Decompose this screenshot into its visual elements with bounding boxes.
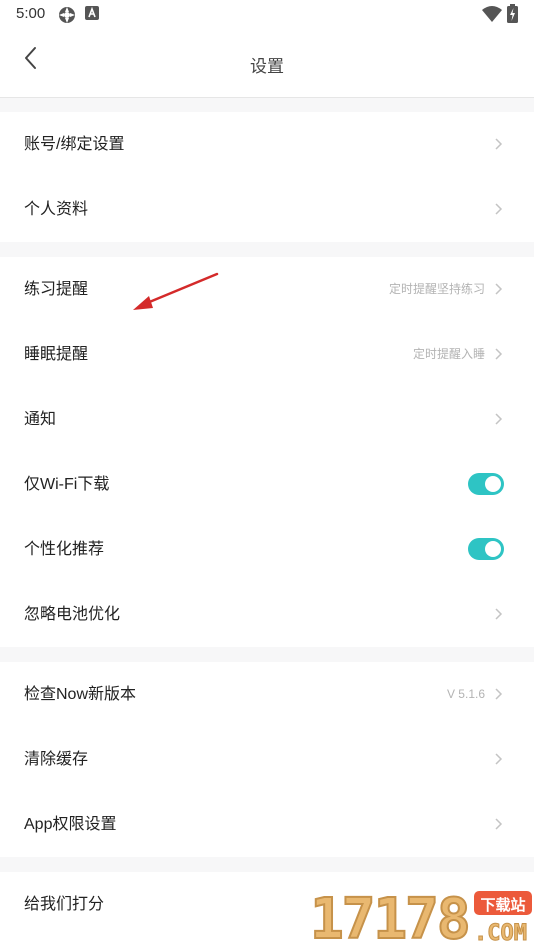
row-label: 忽略电池优化 bbox=[24, 606, 121, 623]
battery-charging-icon bbox=[507, 4, 518, 23]
row-label: 睡眠提醒 bbox=[24, 346, 89, 363]
chevron-right-icon bbox=[495, 138, 503, 150]
row-label: App权限设置 bbox=[24, 816, 117, 833]
chevron-right-icon bbox=[495, 203, 503, 215]
row-value: 定时提醒坚持练习 bbox=[388, 282, 485, 296]
row-label: 个性化推荐 bbox=[24, 541, 105, 558]
row-label: 检查Now新版本 bbox=[24, 686, 137, 703]
settings-row-clear-cache[interactable]: 清除缓存 bbox=[0, 727, 534, 792]
settings-section-app: 检查Now新版本 V 5.1.6 清除缓存 App权限设置 bbox=[0, 662, 534, 857]
settings-app-icon bbox=[59, 7, 75, 23]
settings-row-personalized-recommendations: 个性化推荐 bbox=[0, 517, 534, 582]
chevron-right-icon bbox=[495, 283, 503, 295]
a-notification-icon bbox=[85, 6, 99, 20]
chevron-right-icon bbox=[495, 753, 503, 765]
settings-row-ignore-battery-optimization[interactable]: 忽略电池优化 bbox=[0, 582, 534, 647]
status-bar: 5:00 bbox=[0, 0, 534, 28]
settings-row-sleep-reminder[interactable]: 睡眠提醒 定时提醒入睡 bbox=[0, 322, 534, 387]
row-label: 清除缓存 bbox=[24, 751, 89, 768]
settings-row-check-update[interactable]: 检查Now新版本 V 5.1.6 bbox=[0, 662, 534, 727]
settings-row-account-binding[interactable]: 账号/绑定设置 bbox=[0, 112, 534, 177]
watermark-badge-text: 下载站 bbox=[480, 897, 526, 914]
watermark-suffix: .COM bbox=[474, 921, 528, 947]
watermark-badge: 下载站 bbox=[474, 891, 532, 915]
settings-row-profile[interactable]: 个人资料 bbox=[0, 177, 534, 242]
settings-section-reminders: 练习提醒 定时提醒坚持练习 睡眠提醒 定时提醒入睡 通知 仅Wi-Fi下载 个性… bbox=[0, 257, 534, 647]
chevron-right-icon bbox=[495, 413, 503, 425]
status-time: 5:00 bbox=[16, 5, 46, 22]
version-value: V 5.1.6 bbox=[446, 687, 485, 701]
personalized-recommendations-toggle[interactable] bbox=[468, 538, 504, 560]
site-watermark-logo: 17178 下载站 .COM bbox=[309, 885, 534, 950]
row-label: 个人资料 bbox=[24, 201, 89, 218]
red-arrow-annotation bbox=[133, 272, 219, 310]
chevron-right-icon bbox=[495, 688, 503, 700]
chevron-right-icon bbox=[495, 818, 503, 830]
toggle-knob bbox=[485, 476, 501, 492]
settings-row-wifi-only-download: 仅Wi-Fi下载 bbox=[0, 452, 534, 517]
watermark-digits: 17178 bbox=[309, 886, 472, 950]
page-title: 设置 bbox=[250, 57, 284, 76]
wifi-only-toggle[interactable] bbox=[468, 473, 504, 495]
settings-section-account: 账号/绑定设置 个人资料 bbox=[0, 112, 534, 242]
app-bar: 设置 bbox=[0, 28, 534, 98]
row-label: 给我们打分 bbox=[24, 896, 105, 913]
chevron-right-icon bbox=[495, 348, 503, 360]
settings-row-notifications[interactable]: 通知 bbox=[0, 387, 534, 452]
row-label: 仅Wi-Fi下载 bbox=[24, 476, 110, 493]
settings-row-practice-reminder[interactable]: 练习提醒 定时提醒坚持练习 bbox=[0, 257, 534, 322]
wifi-icon bbox=[482, 6, 502, 22]
chevron-right-icon bbox=[495, 608, 503, 620]
row-label: 账号/绑定设置 bbox=[24, 136, 125, 153]
row-value: 定时提醒入睡 bbox=[412, 347, 485, 361]
row-label: 通知 bbox=[24, 411, 57, 428]
toggle-knob bbox=[485, 541, 501, 557]
settings-row-app-permissions[interactable]: App权限设置 bbox=[0, 792, 534, 857]
row-label: 练习提醒 bbox=[24, 281, 89, 298]
